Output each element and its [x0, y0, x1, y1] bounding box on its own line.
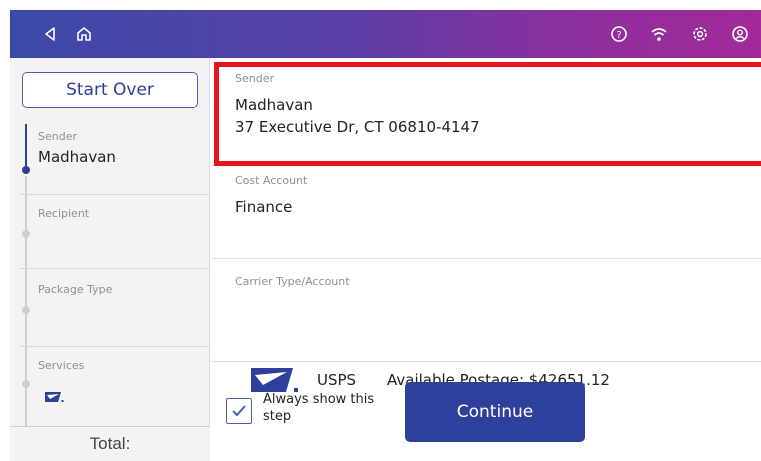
sender-section[interactable]: Sender Madhavan 37 Executive Dr, CT 0681… [211, 58, 761, 165]
step-dot [22, 306, 30, 314]
sidebar-step-package-type[interactable]: Package Type [10, 269, 210, 345]
back-icon[interactable] [38, 22, 62, 46]
home-icon[interactable] [72, 22, 96, 46]
help-icon[interactable]: ? [607, 22, 631, 46]
sender-label: Sender [235, 72, 274, 85]
sidebar-step-label: Services [38, 359, 85, 372]
carrier-section[interactable]: Carrier Type/Account [211, 259, 761, 359]
sidebar-step-value: Madhavan [38, 148, 116, 166]
sidebar-step-label: Recipient [38, 207, 90, 220]
total-label: Total: [10, 426, 210, 461]
cost-account-value: Finance [235, 198, 293, 216]
sidebar-step-label: Package Type [38, 283, 113, 296]
sidebar: Start Over Sender Madhavan Recipient Pac… [10, 58, 210, 461]
sidebar-step-label: Sender [38, 130, 77, 143]
carrier-label: Carrier Type/Account [235, 275, 350, 288]
divider [211, 361, 761, 362]
svg-text:?: ? [616, 30, 621, 41]
main-panel: Sender Madhavan 37 Executive Dr, CT 0681… [211, 58, 761, 461]
checkmark-icon [232, 405, 246, 417]
sender-address: 37 Executive Dr, CT 06810-4147 [235, 118, 480, 136]
cost-account-section[interactable]: Cost Account Finance [211, 166, 761, 258]
settings-icon[interactable] [688, 22, 712, 46]
wifi-icon[interactable] [647, 22, 671, 46]
sidebar-step-sender[interactable]: Sender Madhavan [10, 122, 210, 190]
sender-name: Madhavan [235, 96, 313, 114]
account-icon[interactable] [728, 22, 752, 46]
top-bar: ? [10, 10, 761, 58]
step-dot [22, 380, 30, 388]
usps-eagle-icon [44, 389, 64, 408]
cost-account-label: Cost Account [235, 174, 308, 187]
step-dot [22, 230, 30, 238]
sidebar-step-recipient[interactable]: Recipient [10, 195, 210, 267]
start-over-button[interactable]: Start Over [22, 72, 198, 108]
sidebar-step-services[interactable]: Services [10, 347, 210, 425]
always-show-label[interactable]: Always show this step [263, 391, 403, 425]
continue-button[interactable]: Continue [405, 382, 585, 442]
carrier-name: USPS [317, 371, 357, 389]
step-dot-active [22, 166, 30, 174]
always-show-checkbox[interactable] [226, 398, 252, 424]
